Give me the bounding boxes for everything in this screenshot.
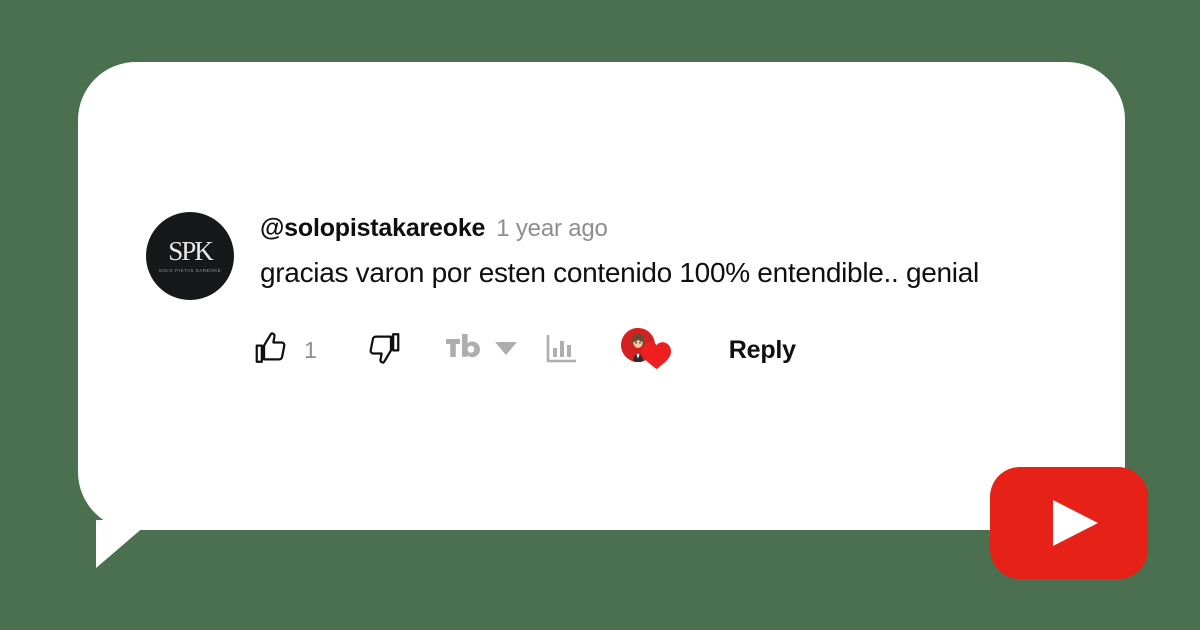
thumbs-down-icon[interactable] (365, 329, 403, 372)
dislike-action[interactable] (365, 326, 403, 374)
chevron-down-icon[interactable] (493, 337, 519, 364)
tubebuddy-logo-icon[interactable] (443, 332, 483, 369)
comment-text: gracias varon por esten contenido 100% e… (260, 257, 979, 288)
youtube-play-logo (990, 467, 1148, 579)
speech-bubble-tail (96, 520, 152, 568)
comment-meta: @solopistakareoke 1 year ago (260, 214, 1046, 243)
thumbs-up-icon[interactable] (252, 329, 290, 372)
creator-heart-action[interactable] (620, 326, 679, 374)
avatar-monogram: SPK (168, 235, 214, 266)
comment-block: SPK SOLO PISTAS KAREOKE @solopistakareok… (146, 212, 1046, 300)
tubebuddy-action[interactable] (443, 326, 519, 374)
bar-chart-icon[interactable] (545, 332, 579, 369)
heart-badge-icon (640, 339, 673, 370)
comment-body: @solopistakareoke 1 year ago gracias var… (260, 212, 1046, 289)
comment-timestamp[interactable]: 1 year ago (496, 215, 608, 243)
reply-button[interactable]: Reply (729, 326, 796, 374)
comment-action-row: 1 Reply (252, 326, 796, 374)
like-count: 1 (304, 336, 317, 363)
reply-button-label: Reply (728, 335, 796, 364)
screenshot-canvas: SPK SOLO PISTAS KAREOKE @solopistakareok… (0, 0, 1200, 630)
avatar[interactable]: SPK SOLO PISTAS KAREOKE (146, 212, 234, 300)
like-action[interactable]: 1 (252, 326, 317, 374)
analytics-action[interactable] (545, 326, 579, 374)
avatar-subtitle: SOLO PISTAS KAREOKE (158, 267, 222, 273)
comment-author[interactable]: @solopistakareoke (260, 214, 485, 243)
creator-heart-icon[interactable] (620, 328, 679, 372)
